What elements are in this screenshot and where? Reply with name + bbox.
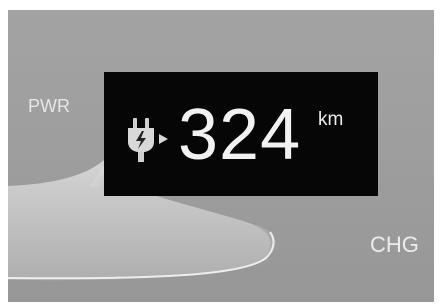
power-label: PWR	[28, 96, 70, 116]
range-value: 324	[178, 95, 302, 175]
range-unit: km	[318, 109, 344, 130]
charge-label: CHG	[370, 232, 419, 257]
screenshot-frame: PWR 324 km CHG	[0, 0, 440, 307]
instrument-cluster-panel: PWR 324 km CHG	[8, 10, 434, 302]
range-display: 324 km	[104, 72, 378, 196]
ev-plug-icon	[128, 118, 168, 162]
